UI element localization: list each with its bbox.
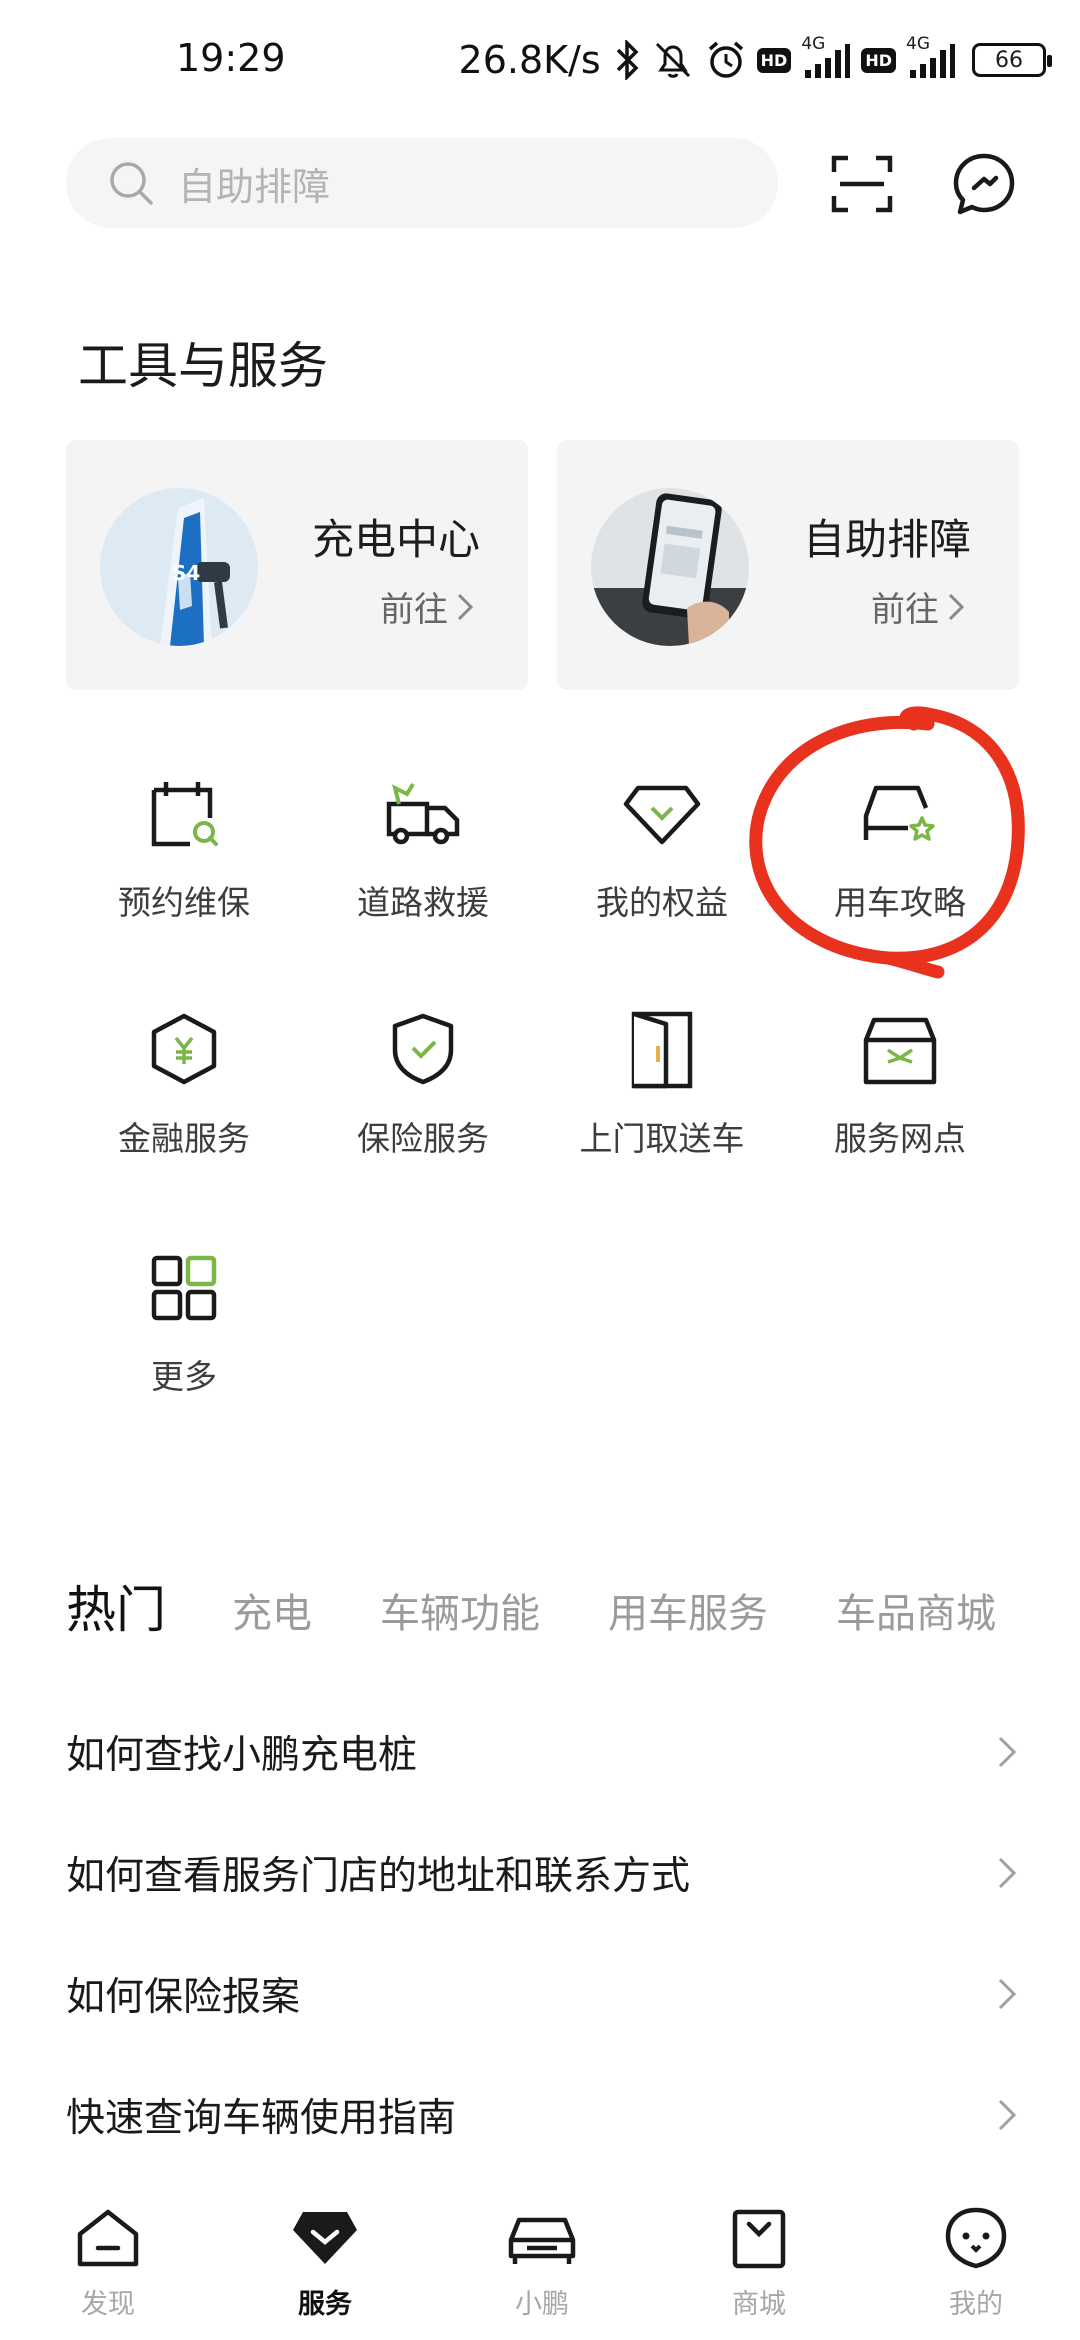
charging-center-go[interactable]: 前往 (380, 582, 474, 631)
bottom-nav: 发现 服务 小鹏 商城 我的 (0, 2190, 1080, 2340)
door-icon (631, 1011, 693, 1089)
battery-icon: 66 (972, 43, 1052, 77)
status-time: 19:29 (176, 36, 286, 80)
nav-discover[interactable]: 发现 (38, 2206, 178, 2321)
section-title: 工具与服务 (78, 337, 328, 395)
nav-label: 我的 (949, 2289, 1003, 2320)
charging-station-image: S4 (100, 488, 258, 646)
search-input[interactable]: 自助排障 (66, 138, 778, 228)
self-diagnosis-card[interactable]: 自助排障 前往 (557, 440, 1019, 690)
service-label: 上门取送车 (579, 1119, 745, 1158)
car-icon (508, 2217, 576, 2264)
self-diagnosis-go[interactable]: 前往 (871, 582, 965, 631)
status-bar: 19:29 26.8K/s HD 4G HD 4G 66 (0, 0, 1080, 120)
service-finance[interactable]: 金融服务 (84, 1010, 284, 1180)
grid-icon (151, 1255, 217, 1321)
diamond-icon (623, 785, 701, 845)
service-label: 金融服务 (118, 1119, 250, 1158)
service-label: 服务网点 (834, 1119, 966, 1158)
status-icons: 26.8K/s HD 4G HD 4G 66 (458, 30, 1052, 90)
message-icon[interactable] (950, 150, 1018, 218)
shopping-bag-icon (732, 2209, 786, 2269)
nav-label: 发现 (81, 2289, 135, 2320)
chevron-right-icon (998, 1978, 1017, 2010)
nav-label: 服务 (298, 2289, 352, 2320)
nav-mall[interactable]: 商城 (689, 2206, 829, 2321)
self-diagnosis-go-label: 前往 (871, 590, 939, 630)
tab-hot[interactable]: 热门 (66, 1570, 166, 1642)
profile-face-icon (945, 2207, 1007, 2269)
search-placeholder: 自助排障 (178, 164, 331, 209)
bluetooth-icon (616, 40, 639, 80)
store-icon (863, 1017, 937, 1085)
charging-center-title: 充电中心 (311, 515, 480, 564)
signal-group-2: 4G (906, 34, 956, 80)
faq-text: 如何保险报案 (66, 1975, 301, 2020)
faq-text: 如何查找小鹏充电桩 (66, 1733, 418, 1778)
mute-bell-icon (655, 42, 690, 78)
service-maintenance-booking[interactable]: 预约维保 (84, 774, 284, 944)
service-more[interactable]: 更多 (84, 1248, 284, 1418)
network-speed: 26.8K/s (458, 38, 601, 82)
tow-truck-icon (386, 782, 460, 845)
service-pickup-delivery[interactable]: 上门取送车 (562, 1010, 762, 1180)
service-insurance[interactable]: 保险服务 (323, 1010, 523, 1180)
chevron-right-icon (998, 2099, 1017, 2131)
charging-center-card[interactable]: S4 充电中心 前往 (66, 440, 528, 690)
nav-label: 商城 (732, 2289, 786, 2320)
alarm-icon (708, 41, 743, 78)
tab-charging[interactable]: 充电 (232, 1581, 312, 1639)
service-label: 更多 (151, 1357, 217, 1396)
yuan-hexagon-icon (151, 1013, 217, 1085)
search-icon (110, 162, 153, 205)
chevron-right-icon (948, 593, 965, 620)
hd-badge-1: HD (756, 47, 792, 73)
service-car-guide[interactable]: 用车攻略 (800, 774, 1000, 944)
charging-center-go-label: 前往 (380, 590, 448, 630)
service-my-benefits[interactable]: 我的权益 (562, 774, 762, 944)
shield-check-icon (392, 1013, 454, 1085)
nav-label: 小鹏 (515, 2289, 569, 2320)
tab-car-services[interactable]: 用车服务 (608, 1581, 768, 1639)
service-diamond-icon (293, 2212, 357, 2264)
faq-item[interactable]: 如何保险报案 (66, 1954, 1020, 2034)
chevron-right-icon (457, 593, 474, 620)
chevron-right-icon (998, 1857, 1017, 1889)
signal-group-1: 4G (801, 34, 851, 80)
service-label: 保险服务 (357, 1119, 489, 1158)
faq-item[interactable]: 如何查找小鹏充电桩 (66, 1712, 1020, 1792)
scan-icon[interactable] (830, 152, 894, 216)
tab-car-mall[interactable]: 车品商城 (836, 1581, 996, 1639)
battery-level: 66 (995, 47, 1023, 73)
service-outlets[interactable]: 服务网点 (800, 1010, 1000, 1180)
car-star-icon (863, 785, 935, 841)
faq-item[interactable]: 快速查询车辆使用指南 (66, 2075, 1020, 2155)
faq-text: 快速查询车辆使用指南 (66, 2096, 457, 2141)
svg-text:S4: S4 (172, 561, 200, 585)
faq-item[interactable]: 如何查看服务门店的地址和联系方式 (66, 1833, 1020, 1913)
faq-text: 如何查看服务门店的地址和联系方式 (66, 1854, 691, 1899)
category-tabs: 热门 充电 车辆功能 用车服务 车品商城 (66, 1570, 1026, 1640)
service-road-rescue[interactable]: 道路救援 (323, 774, 523, 944)
service-label: 我的权益 (596, 883, 728, 922)
self-diagnosis-title: 自助排障 (802, 515, 971, 564)
tab-vehicle-functions[interactable]: 车辆功能 (380, 1581, 540, 1639)
hd-badge-2: HD (861, 47, 896, 73)
nav-service[interactable]: 服务 (255, 2206, 395, 2321)
phone-app-image (591, 488, 749, 646)
home-icon (77, 2209, 139, 2267)
service-label: 用车攻略 (834, 883, 966, 922)
chevron-right-icon (998, 1736, 1017, 1768)
calendar-search-icon (151, 782, 218, 847)
signal-icon-2 (910, 44, 955, 78)
signal-icon-1 (805, 44, 851, 78)
nav-mine[interactable]: 我的 (906, 2206, 1046, 2321)
service-label: 道路救援 (357, 883, 489, 922)
nav-xpeng[interactable]: 小鹏 (472, 2206, 612, 2321)
service-label: 预约维保 (118, 883, 250, 922)
